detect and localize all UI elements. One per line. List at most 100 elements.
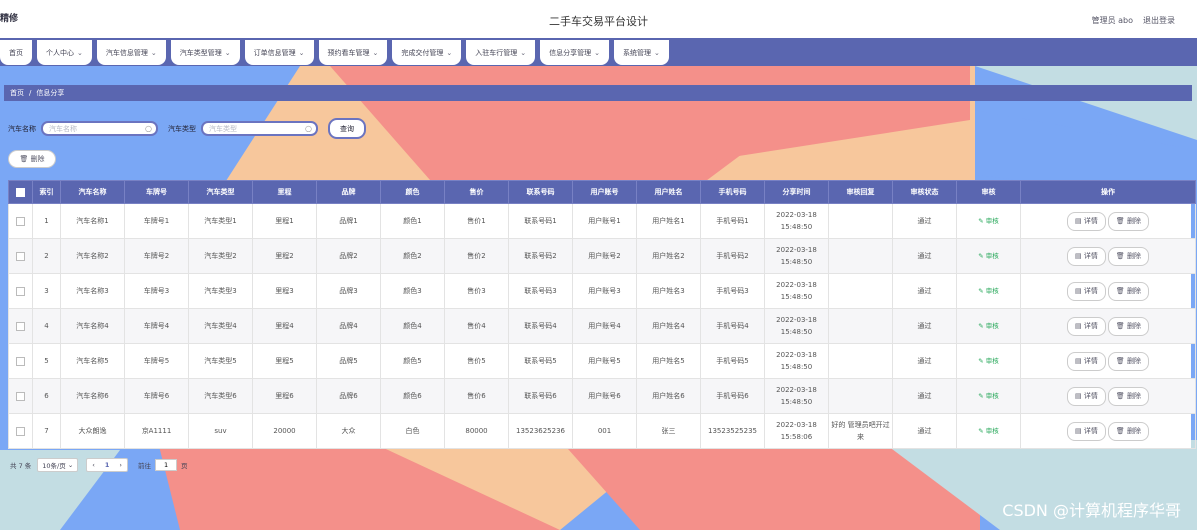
cell-plate: 车牌号4 (124, 308, 189, 344)
current-page[interactable]: 1 (100, 461, 115, 469)
detail-button[interactable]: ▤ 详情 (1067, 351, 1106, 371)
column-header: 操作 (1020, 180, 1196, 204)
bulk-delete-button[interactable]: 🗑 删除 (8, 150, 56, 168)
cell-audit: ✎ 审核 (956, 238, 1021, 274)
cell-username: 用户姓名1 (636, 203, 701, 239)
next-page-button[interactable]: › (114, 461, 127, 469)
delete-button[interactable]: 🗑 删除 (1107, 351, 1149, 371)
cell-username: 张三 (636, 413, 701, 449)
trash-icon: 🗑 (1115, 391, 1127, 400)
nav-item-2[interactable]: 汽车信息管理 ⌄ (96, 40, 166, 65)
delete-button[interactable]: 🗑 删除 (1107, 386, 1149, 406)
cell-index: 7 (32, 413, 61, 449)
select-all-checkbox[interactable] (16, 187, 25, 197)
nav-item-1[interactable]: 个人中心 ⌄ (37, 40, 92, 65)
prev-page-button[interactable]: ‹ (87, 461, 100, 469)
nav-item-5[interactable]: 预约看车管理 ⌄ (318, 40, 388, 65)
row-checkbox[interactable] (16, 356, 25, 366)
table-row: 2 汽车名称2 车牌号2 汽车类型2 里程2 品牌2 颜色2 售价2 联系号码2 用户账号2 用户姓… (8, 238, 1196, 274)
audit-label: 审核 (985, 357, 999, 365)
row-select-cell (8, 273, 33, 309)
audit-link[interactable]: ✎ 审核 (978, 217, 999, 225)
detail-button[interactable]: ▤ 详情 (1067, 211, 1106, 231)
cell-actions: ▤ 详情 🗑 删除 (1020, 378, 1196, 414)
nav-item-9[interactable]: 系统管理 ⌄ (614, 40, 669, 65)
delete-label: 删除 (1126, 251, 1141, 260)
column-header: 车牌号 (124, 180, 189, 204)
audit-link[interactable]: ✎ 审核 (978, 427, 999, 435)
cell-type: 汽车类型6 (188, 378, 253, 414)
row-checkbox[interactable] (16, 321, 25, 331)
delete-label: 删除 (1126, 216, 1141, 225)
car-type-input[interactable] (203, 123, 305, 134)
cell-time: 2022-03-18 15:48:50 (764, 378, 829, 414)
row-checkbox[interactable] (16, 391, 25, 401)
cell-type: 汽车类型2 (188, 238, 253, 274)
column-header: 售价 (444, 180, 509, 204)
cell-username: 用户姓名6 (636, 378, 701, 414)
audit-link[interactable]: ✎ 审核 (978, 392, 999, 400)
current-user: 管理员 abo (1091, 16, 1133, 25)
delete-label: 删除 (1126, 356, 1141, 365)
car-type-label: 汽车类型 (168, 124, 196, 133)
cell-status: 通过 (892, 273, 957, 309)
detail-button[interactable]: ▤ 详情 (1067, 316, 1106, 336)
audit-link[interactable]: ✎ 审核 (978, 322, 999, 330)
delete-button[interactable]: 🗑 删除 (1107, 421, 1149, 441)
cell-phone: 手机号码4 (700, 308, 765, 344)
cell-price: 售价3 (444, 273, 509, 309)
delete-button[interactable]: 🗑 删除 (1107, 246, 1149, 266)
car-name-field: ○ (41, 121, 158, 136)
detail-button[interactable]: ▤ 详情 (1067, 246, 1106, 266)
app-title: 二手车交易平台设计 (549, 15, 648, 28)
trash-icon: 🗑 (1115, 321, 1127, 330)
cell-time: 2022-03-18 15:48:50 (764, 308, 829, 344)
main-nav: 首页 个人中心 ⌄ 汽车信息管理 ⌄ 汽车类型管理 ⌄ 订单信息管理 ⌄ 预约看车管理 ⌄ 完成交付管… (0, 38, 1197, 66)
cell-status: 通过 (892, 308, 957, 344)
nav-item-7[interactable]: 入驻车行管理 ⌄ (466, 40, 536, 65)
cell-account: 001 (572, 413, 637, 449)
detail-button[interactable]: ▤ 详情 (1067, 386, 1106, 406)
car-name-input[interactable] (43, 123, 145, 134)
cell-contact: 联系号码2 (508, 238, 573, 274)
cell-type: 汽车类型5 (188, 343, 253, 379)
row-checkbox[interactable] (16, 286, 25, 296)
search-icon: ○ (305, 124, 312, 133)
audit-link[interactable]: ✎ 审核 (978, 357, 999, 365)
column-header: 汽车类型 (188, 180, 253, 204)
cell-color: 颜色1 (380, 203, 445, 239)
delete-button[interactable]: 🗑 删除 (1107, 316, 1149, 336)
table-row: 5 汽车名称5 车牌号5 汽车类型5 里程5 品牌5 颜色5 售价5 联系号码5 用户账号5 用户姓… (8, 343, 1196, 379)
chevron-down-icon: ⌄ (372, 48, 379, 57)
audit-link[interactable]: ✎ 审核 (978, 287, 999, 295)
cell-account: 用户账号6 (572, 378, 637, 414)
nav-item-8[interactable]: 信息分享管理 ⌄ (540, 40, 609, 65)
query-button[interactable]: 查询 (328, 118, 366, 139)
row-checkbox[interactable] (16, 251, 25, 261)
trash-icon: 🗑 (1115, 216, 1127, 225)
cell-mileage: 里程2 (252, 238, 317, 274)
audit-link[interactable]: ✎ 审核 (978, 252, 999, 260)
delete-button[interactable]: 🗑 删除 (1107, 281, 1149, 301)
detail-button[interactable]: ▤ 详情 (1067, 421, 1106, 441)
detail-button[interactable]: ▤ 详情 (1067, 281, 1106, 301)
nav-item-4[interactable]: 订单信息管理 ⌄ (244, 40, 314, 65)
nav-item-6[interactable]: 完成交付管理 ⌄ (392, 40, 462, 65)
chevron-down-icon: ⌄ (150, 48, 157, 57)
row-checkbox[interactable] (16, 426, 25, 436)
row-checkbox[interactable] (16, 216, 25, 226)
cell-price: 售价6 (444, 378, 509, 414)
cell-account: 用户账号1 (572, 203, 637, 239)
nav-item-0[interactable]: 首页 (0, 40, 32, 65)
audit-label: 审核 (985, 427, 999, 435)
goto-page-input[interactable] (155, 459, 178, 471)
cell-phone: 手机号码1 (700, 203, 765, 239)
logout-link[interactable]: 退出登录 (1143, 15, 1175, 26)
chevron-down-icon: ⌄ (594, 48, 600, 57)
page-size-select[interactable]: 10条/页 ⌄ (37, 458, 79, 472)
delete-button[interactable]: 🗑 删除 (1107, 211, 1149, 231)
document-icon: ▤ (1075, 391, 1084, 400)
nav-item-3[interactable]: 汽车类型管理 ⌄ (170, 40, 240, 65)
cell-actions: ▤ 详情 🗑 删除 (1020, 273, 1196, 309)
breadcrumb-home[interactable]: 首页 (10, 88, 24, 98)
